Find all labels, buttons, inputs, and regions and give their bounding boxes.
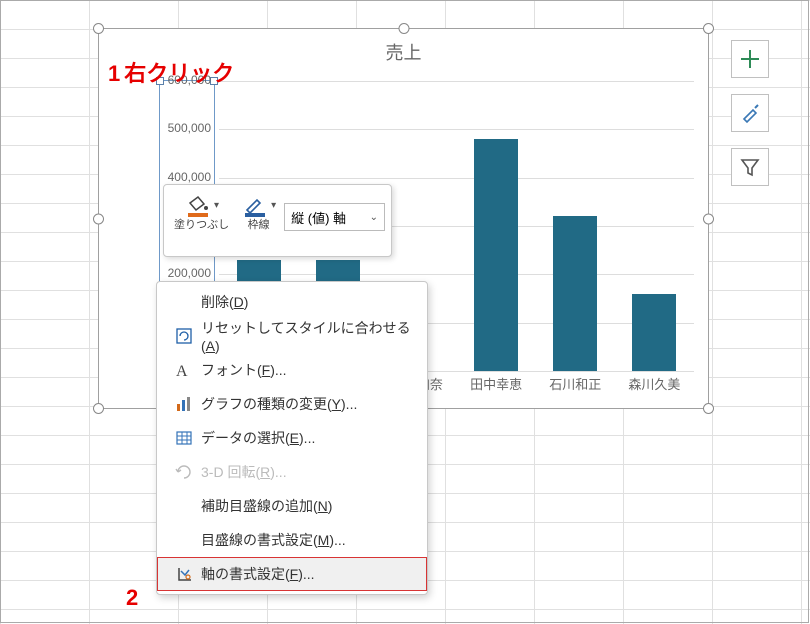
context-menu-label: グラフの種類の変更(Y)... bbox=[201, 394, 357, 414]
context-menu-item[interactable]: 目盛線の書式設定(M)... bbox=[157, 523, 427, 557]
annotation-1: 1右クリック bbox=[108, 56, 234, 88]
context-menu-item[interactable]: グラフの種類の変更(Y)... bbox=[157, 387, 427, 421]
outline-label: 枠線 bbox=[241, 219, 276, 232]
resize-handle[interactable] bbox=[703, 23, 714, 34]
gridline bbox=[219, 81, 694, 82]
context-menu-item[interactable]: 補助目盛線の追加(N) bbox=[157, 489, 427, 523]
axis-icon bbox=[171, 563, 197, 585]
annotation-2: 2 bbox=[126, 585, 138, 611]
bar[interactable] bbox=[553, 216, 597, 371]
context-menu-label: 目盛線の書式設定(M)... bbox=[201, 530, 346, 550]
svg-text:A: A bbox=[176, 363, 188, 379]
context-menu-item: 3-D 回転(R)... bbox=[157, 455, 427, 489]
fill-label: 塗りつぶし bbox=[174, 219, 229, 232]
bar[interactable] bbox=[474, 139, 518, 371]
context-menu-label: 3-D 回転(R)... bbox=[201, 462, 287, 482]
mini-toolbar: ▾ 塗りつぶし ▾ 枠線 縦 (値) 軸 ⌄ bbox=[163, 184, 392, 257]
x-axis-label: 森川久美 bbox=[615, 374, 693, 393]
chart-icon bbox=[171, 393, 197, 415]
resize-handle[interactable] bbox=[703, 213, 714, 224]
y-tick-label: 400,000 bbox=[161, 170, 211, 184]
blank-icon bbox=[171, 529, 197, 551]
context-menu: 削除(D) リセットしてスタイルに合わせる(A) A フォント(F)... グラフの種類… bbox=[156, 281, 428, 595]
context-menu-label: フォント(F)... bbox=[201, 360, 287, 380]
x-axis-label: 石川和正 bbox=[536, 374, 614, 393]
table-icon bbox=[171, 427, 197, 449]
gridline bbox=[219, 129, 694, 130]
gridline bbox=[219, 274, 694, 275]
reset-icon bbox=[171, 325, 197, 347]
chart-elements-button[interactable] bbox=[731, 40, 769, 78]
context-menu-item[interactable]: データの選択(E)... bbox=[157, 421, 427, 455]
chevron-down-icon: ⌄ bbox=[370, 212, 378, 223]
pen-icon: ▾ bbox=[241, 193, 276, 219]
chart-element-dropdown[interactable]: 縦 (値) 軸 ⌄ bbox=[284, 203, 385, 231]
x-axis-label: 田中幸恵 bbox=[457, 374, 535, 393]
fill-button[interactable]: ▾ 塗りつぶし bbox=[170, 191, 233, 234]
context-menu-item[interactable]: 削除(D) bbox=[157, 285, 427, 319]
context-menu-label: データの選択(E)... bbox=[201, 428, 315, 448]
context-menu-item[interactable]: A フォント(F)... bbox=[157, 353, 427, 387]
blank-icon bbox=[171, 495, 197, 517]
outline-button[interactable]: ▾ 枠線 bbox=[237, 191, 280, 234]
chart-styles-button[interactable] bbox=[731, 94, 769, 132]
context-menu-label: 軸の書式設定(F)... bbox=[201, 564, 315, 584]
bar[interactable] bbox=[632, 294, 676, 371]
blank-icon bbox=[171, 291, 197, 313]
resize-handle[interactable] bbox=[93, 403, 104, 414]
chart-side-buttons bbox=[731, 40, 769, 186]
rotate-icon bbox=[171, 461, 197, 483]
chevron-down-icon: ▾ bbox=[271, 200, 276, 212]
context-menu-label: 補助目盛線の追加(N) bbox=[201, 496, 332, 516]
chart-filters-button[interactable] bbox=[731, 148, 769, 186]
gridline bbox=[219, 178, 694, 179]
chevron-down-icon: ▾ bbox=[214, 200, 219, 212]
resize-handle[interactable] bbox=[703, 403, 714, 414]
dropdown-value: 縦 (値) 軸 bbox=[291, 208, 346, 227]
y-tick-label: 500,000 bbox=[161, 121, 211, 135]
resize-handle[interactable] bbox=[93, 23, 104, 34]
resize-handle[interactable] bbox=[398, 23, 409, 34]
y-tick-label: 200,000 bbox=[161, 266, 211, 280]
paint-bucket-icon: ▾ bbox=[174, 193, 229, 219]
context-menu-label: リセットしてスタイルに合わせる(A) bbox=[201, 318, 417, 354]
resize-handle[interactable] bbox=[93, 213, 104, 224]
context-menu-item[interactable]: リセットしてスタイルに合わせる(A) bbox=[157, 319, 427, 353]
font-icon: A bbox=[171, 359, 197, 381]
context-menu-label: 削除(D) bbox=[201, 292, 248, 312]
context-menu-item[interactable]: 軸の書式設定(F)... bbox=[157, 557, 427, 591]
